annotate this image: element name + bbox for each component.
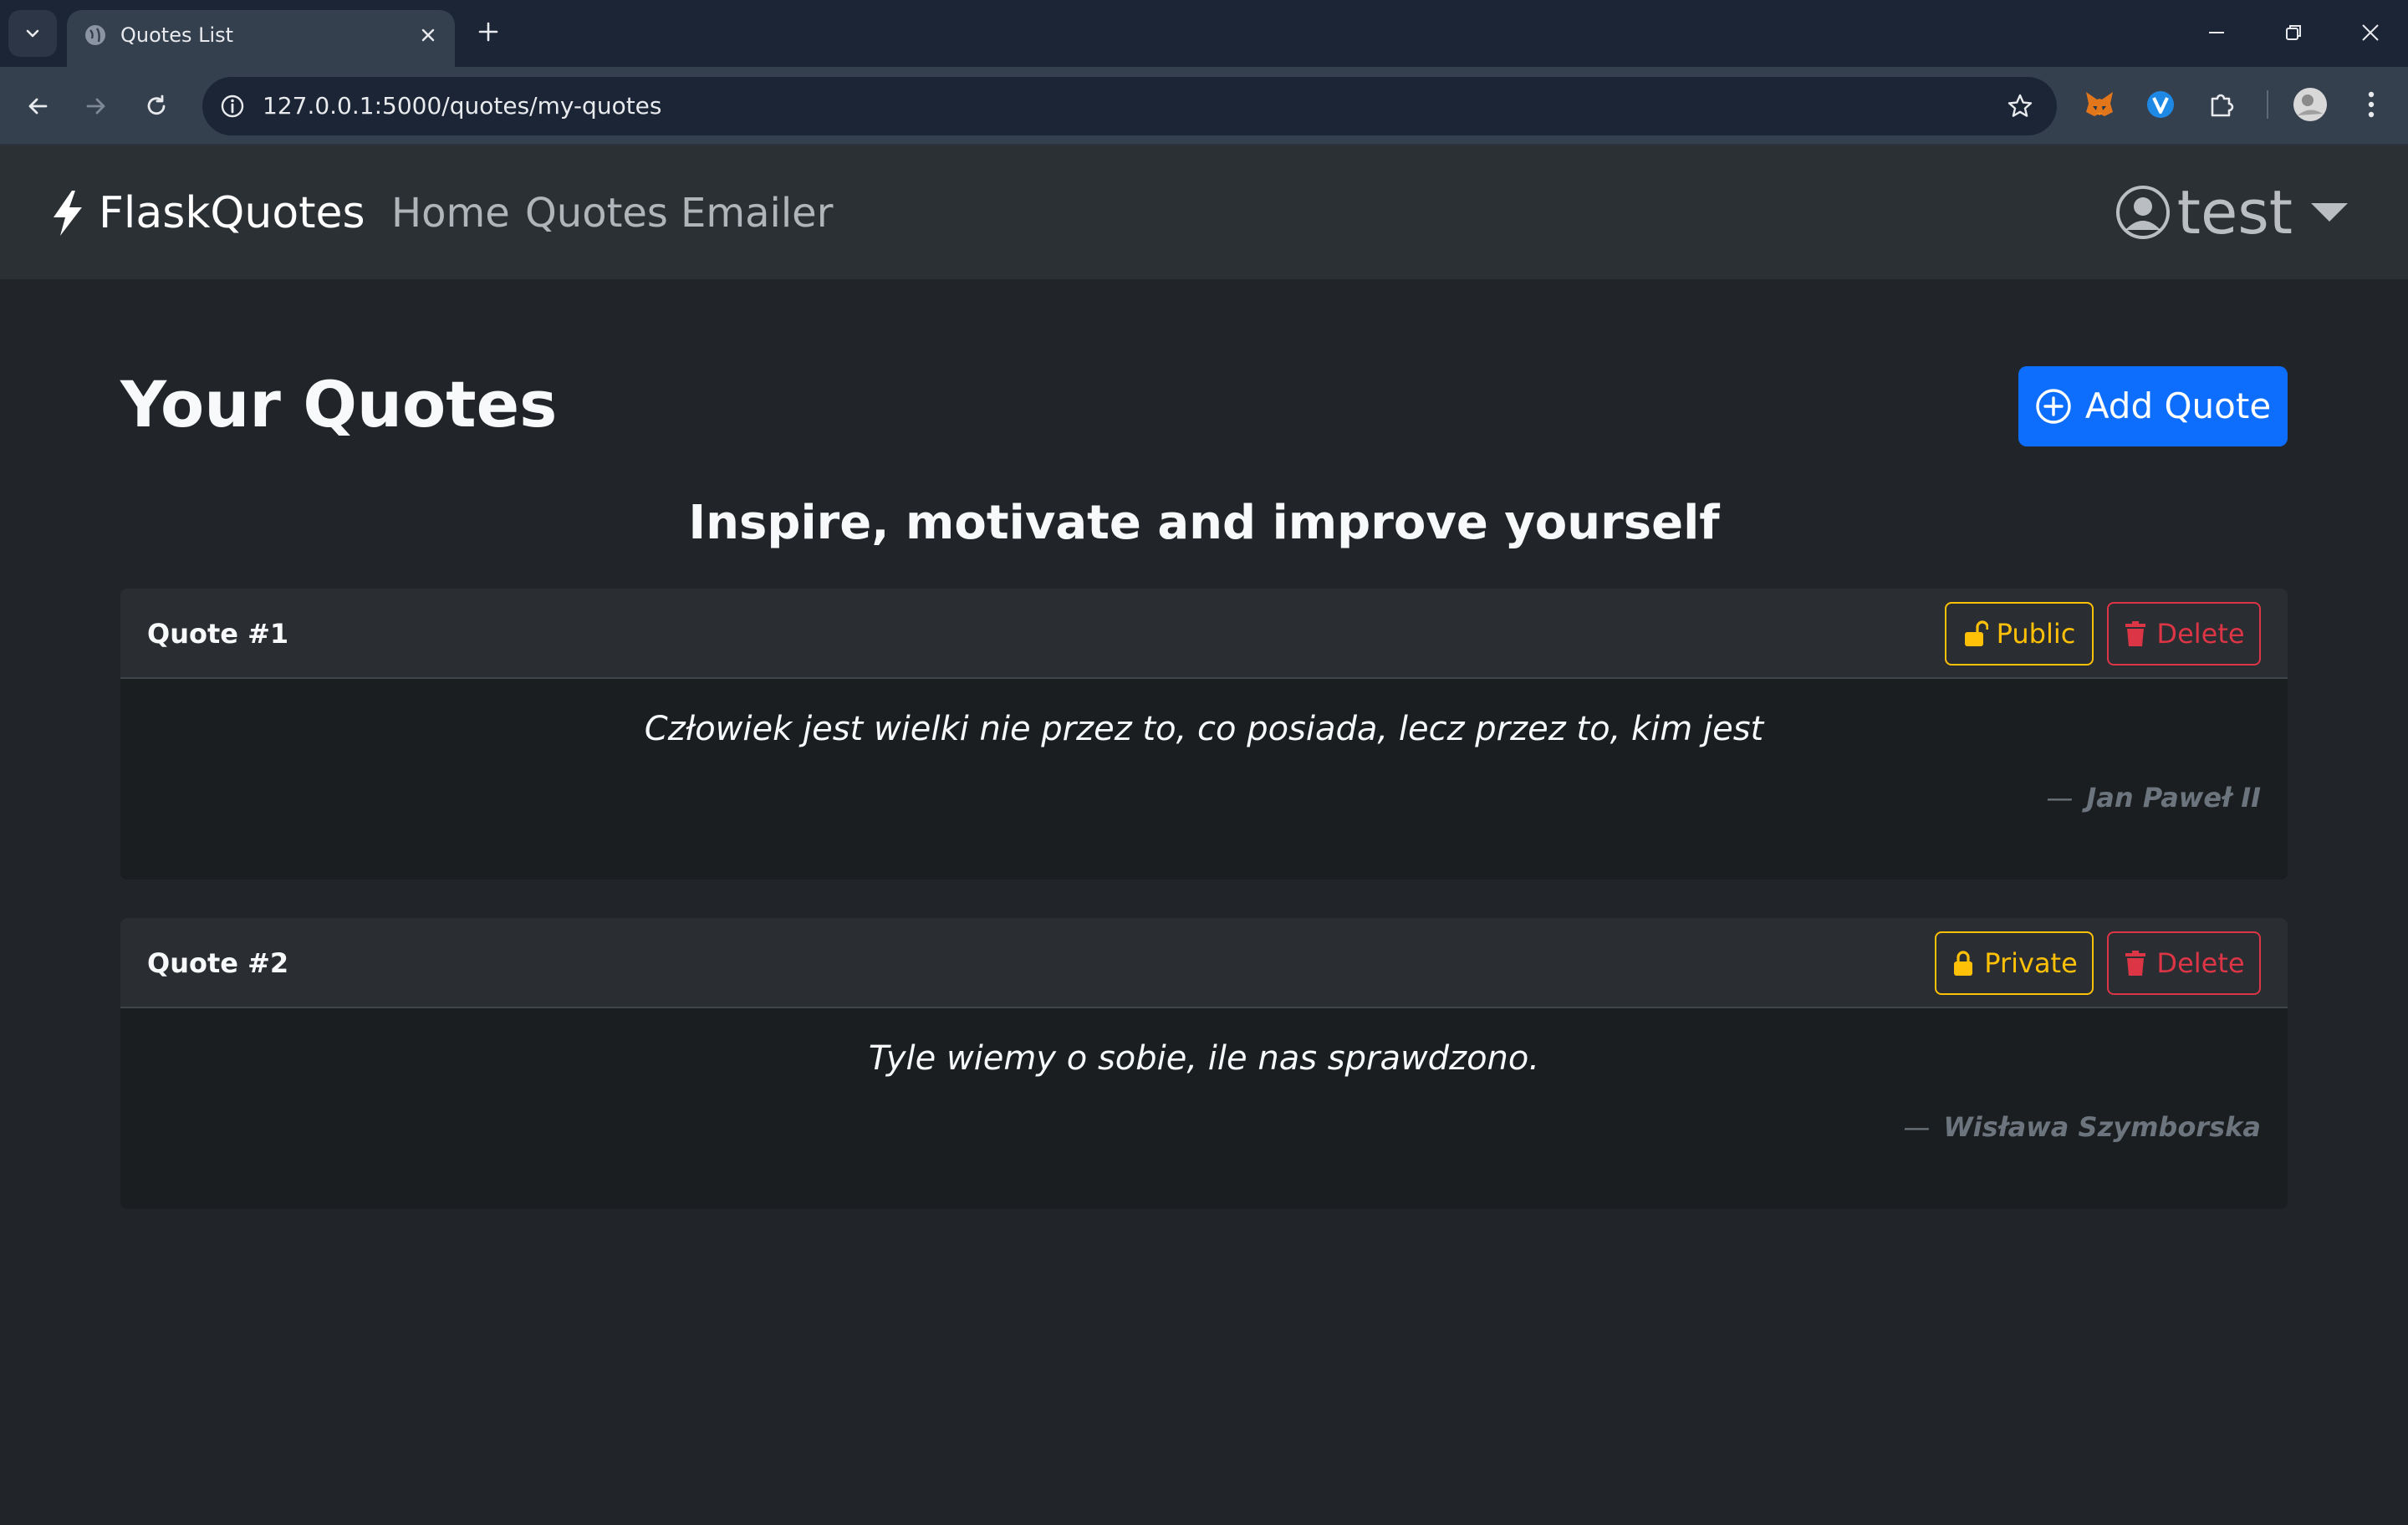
author-name: Jan Paweł II — [2086, 782, 2261, 814]
unlock-icon — [1964, 620, 1988, 646]
bookmark-button[interactable] — [2003, 89, 2037, 123]
close-window-button[interactable] — [2349, 12, 2391, 54]
restore-icon — [2286, 25, 2301, 40]
info-icon — [221, 94, 244, 118]
profile-button[interactable] — [2291, 85, 2329, 124]
delete-label: Delete — [2156, 947, 2245, 979]
lock-icon — [1954, 951, 1973, 976]
quote-author: — Jan Paweł II — [2046, 782, 2261, 814]
site-info-button[interactable] — [216, 89, 249, 123]
visibility-toggle-button[interactable]: Private — [1935, 931, 2094, 995]
visibility-label: Public — [1996, 618, 2076, 650]
close-tab-button[interactable] — [415, 22, 441, 48]
quote-card: Quote #2 Private Delete Tyle wiemy o sob… — [120, 918, 2288, 1209]
tab-title: Quotes List — [120, 23, 234, 47]
more-vertical-icon — [2368, 91, 2375, 118]
new-tab-button[interactable] — [470, 13, 507, 50]
quote-card: Quote #1 Public Delete Człowiek jest wie… — [120, 589, 2288, 880]
metamask-extension-button[interactable] — [2080, 85, 2119, 124]
forward-button[interactable] — [77, 87, 115, 125]
trash-icon — [2125, 951, 2146, 976]
author-name: Wisława Szymborska — [1943, 1111, 2261, 1143]
extensions-button[interactable] — [2202, 85, 2241, 124]
delete-button[interactable]: Delete — [2107, 602, 2261, 666]
nav-link-quotes[interactable]: Quotes — [525, 187, 668, 239]
visibility-toggle-button[interactable]: Public — [1945, 602, 2094, 666]
address-bar[interactable]: 127.0.0.1:5000/quotes/my-quotes — [202, 77, 2057, 135]
lightning-icon — [54, 191, 82, 236]
globe-icon — [85, 25, 105, 45]
puzzle-icon — [2211, 94, 2234, 117]
user-circle-icon — [2115, 186, 2170, 239]
delete-button[interactable]: Delete — [2107, 931, 2261, 995]
back-button[interactable] — [18, 87, 57, 125]
brand-link[interactable]: FlaskQuotes — [48, 187, 365, 239]
trash-icon — [2125, 621, 2146, 646]
plus-circle-icon — [2036, 389, 2071, 424]
brand-text: FlaskQuotes — [99, 188, 365, 238]
app-navbar: FlaskQuotes Home Quotes Emailer test — [0, 145, 2408, 279]
minimize-button[interactable] — [2196, 12, 2237, 54]
quote-author: — Wisława Szymborska — [1903, 1111, 2261, 1143]
quote-title: Quote #1 — [147, 618, 289, 650]
arrow-left-icon — [28, 98, 48, 115]
quote-text: Człowiek jest wielki nie przez to, co po… — [644, 710, 1764, 748]
page-title: Your Quotes — [120, 367, 558, 441]
browser-tab[interactable]: Quotes List — [67, 10, 455, 67]
nav-link-home[interactable]: Home — [391, 187, 510, 239]
add-quote-button[interactable]: Add Quote — [2018, 366, 2288, 446]
page-subtitle: Inspire, motivate and improve yourself — [688, 496, 1720, 550]
reload-icon — [147, 94, 166, 115]
quote-card-header: Quote #2 Private Delete — [120, 918, 2288, 1008]
close-icon — [421, 28, 435, 42]
reload-button[interactable] — [137, 87, 176, 125]
add-quote-label: Add Quote — [2084, 385, 2272, 426]
plus-icon — [478, 22, 498, 42]
quote-text: Tyle wiemy o sobie, ile nas sprawdzono. — [868, 1039, 1540, 1078]
chevron-down-icon — [26, 29, 39, 38]
quote-card-header: Quote #1 Public Delete — [120, 589, 2288, 679]
v-shield-icon — [2147, 91, 2174, 118]
browser-toolbar: 127.0.0.1:5000/quotes/my-quotes — [0, 67, 2408, 145]
caret-down-icon — [2311, 203, 2348, 222]
browser-tabstrip: Quotes List — [0, 0, 2408, 67]
quote-title: Quote #2 — [147, 947, 289, 979]
star-icon — [2008, 94, 2033, 117]
avatar — [2293, 88, 2327, 121]
user-name: test — [2176, 177, 2293, 247]
close-icon — [2362, 24, 2379, 41]
user-dropdown[interactable]: test — [2115, 181, 2348, 244]
nav-link-emailer[interactable]: Emailer — [681, 187, 833, 239]
visibility-label: Private — [1984, 947, 2078, 979]
restore-button[interactable] — [2273, 12, 2314, 54]
arrow-right-icon — [86, 98, 105, 115]
fox-icon — [2086, 92, 2113, 116]
minimize-icon — [2209, 32, 2224, 33]
delete-label: Delete — [2156, 618, 2245, 650]
url-text: 127.0.0.1:5000/quotes/my-quotes — [263, 92, 662, 120]
tab-search-button[interactable] — [8, 10, 57, 57]
browser-menu-button[interactable] — [2352, 85, 2390, 124]
vpn-extension-button[interactable] — [2141, 85, 2180, 124]
toolbar-separator — [2267, 90, 2268, 119]
